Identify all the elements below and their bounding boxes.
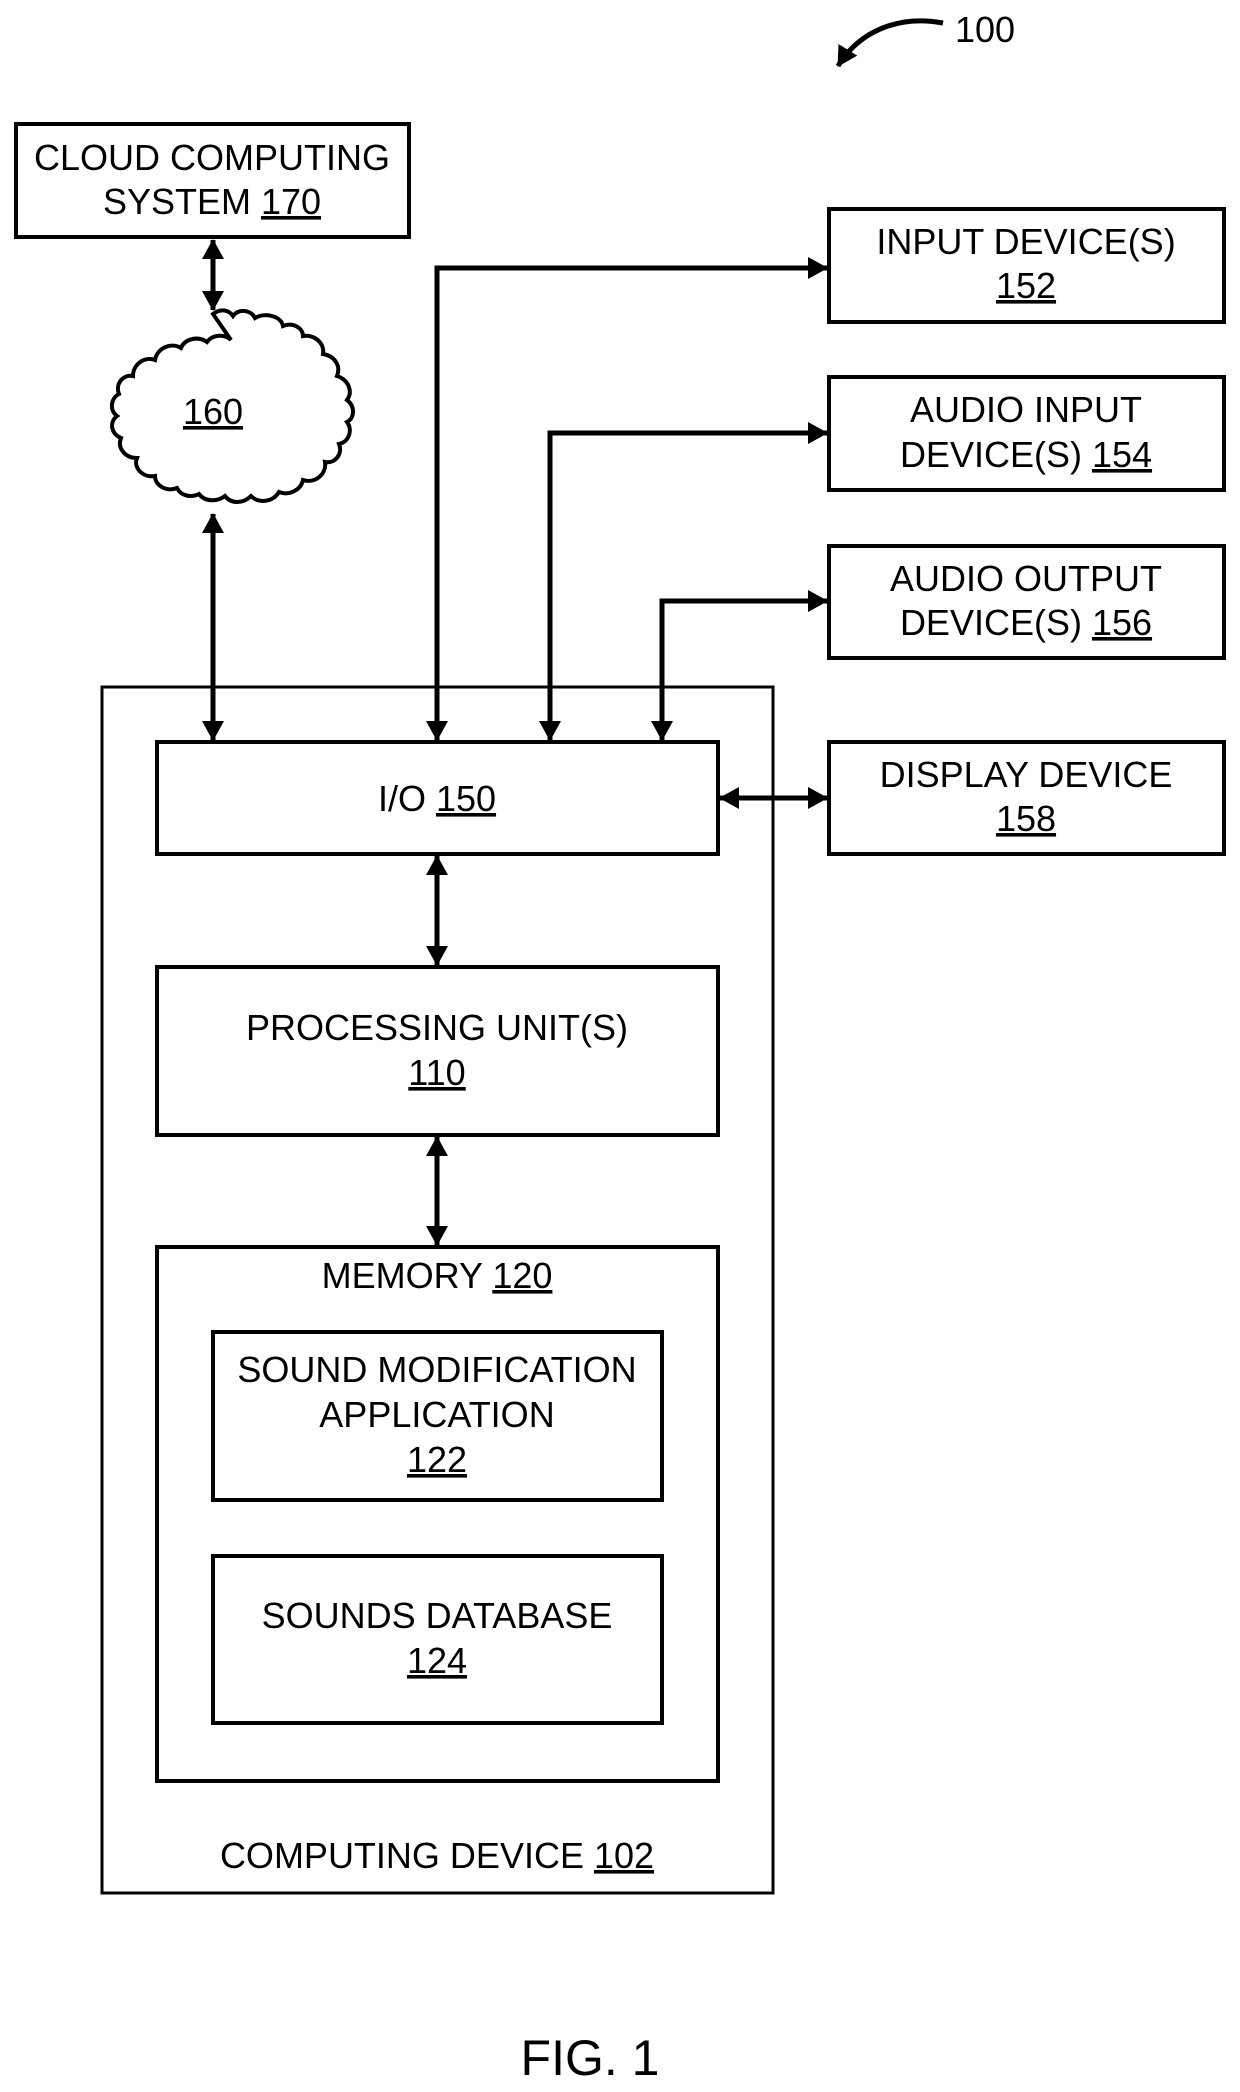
memory-label: MEMORY 120 (322, 1255, 553, 1296)
cloud-computing-line2: SYSTEM 170 (103, 181, 321, 222)
figure-reference-number: 100 (955, 9, 1015, 50)
processing-units-line1: PROCESSING UNIT(S) (246, 1007, 628, 1048)
arrow-io-audio-input (539, 422, 828, 741)
audio-output-line2: DEVICE(S) 156 (900, 602, 1152, 643)
cloud-computing-line1: CLOUD COMPUTING (34, 137, 390, 178)
sound-mod-line1: SOUND MODIFICATION (237, 1349, 636, 1390)
sound-mod-line2: APPLICATION (319, 1394, 554, 1435)
arrow-io-audio-output (651, 590, 828, 741)
sound-modification-application-block: SOUND MODIFICATION APPLICATION 122 (211, 1330, 664, 1502)
io-label: I/O 150 (378, 778, 496, 819)
input-devices-line1: INPUT DEVICE(S) (876, 221, 1175, 262)
arrow-io-input-devices (426, 257, 828, 741)
cloud-computing-system-block: CLOUD COMPUTING SYSTEM 170 (14, 122, 411, 239)
audio-output-devices-block: AUDIO OUTPUT DEVICE(S) 156 (827, 544, 1226, 660)
sounds-database-block: SOUNDS DATABASE 124 (211, 1554, 664, 1725)
audio-input-line1: AUDIO INPUT (910, 389, 1142, 430)
processing-units-ref: 110 (408, 1052, 465, 1093)
computing-device-label: COMPUTING DEVICE 102 (220, 1835, 654, 1876)
figure-reference: 100 (835, 9, 1015, 68)
system-block-diagram: 100 CLOUD COMPUTING SYSTEM 170 160 INPUT… (14, 9, 1226, 2086)
sounds-database-line1: SOUNDS DATABASE (262, 1595, 613, 1636)
processing-units-block: PROCESSING UNIT(S) 110 (155, 965, 720, 1137)
audio-input-line2: DEVICE(S) 154 (900, 434, 1152, 475)
display-device-line1: DISPLAY DEVICE (880, 754, 1173, 795)
sound-mod-ref: 122 (407, 1439, 467, 1480)
network-ref: 160 (183, 391, 243, 432)
figure-caption: FIG. 1 (521, 2030, 660, 2086)
network-cloud: 160 (110, 308, 355, 504)
display-device-ref: 158 (996, 798, 1056, 839)
input-devices-block: INPUT DEVICE(S) 152 (827, 207, 1226, 324)
input-devices-ref: 152 (996, 265, 1056, 306)
audio-output-line1: AUDIO OUTPUT (890, 558, 1162, 599)
audio-input-devices-block: AUDIO INPUT DEVICE(S) 154 (827, 375, 1226, 492)
io-block: I/O 150 (155, 740, 720, 856)
sounds-database-ref: 124 (407, 1640, 467, 1681)
reference-curved-arrow (835, 18, 944, 68)
display-device-block: DISPLAY DEVICE 158 (827, 740, 1226, 856)
